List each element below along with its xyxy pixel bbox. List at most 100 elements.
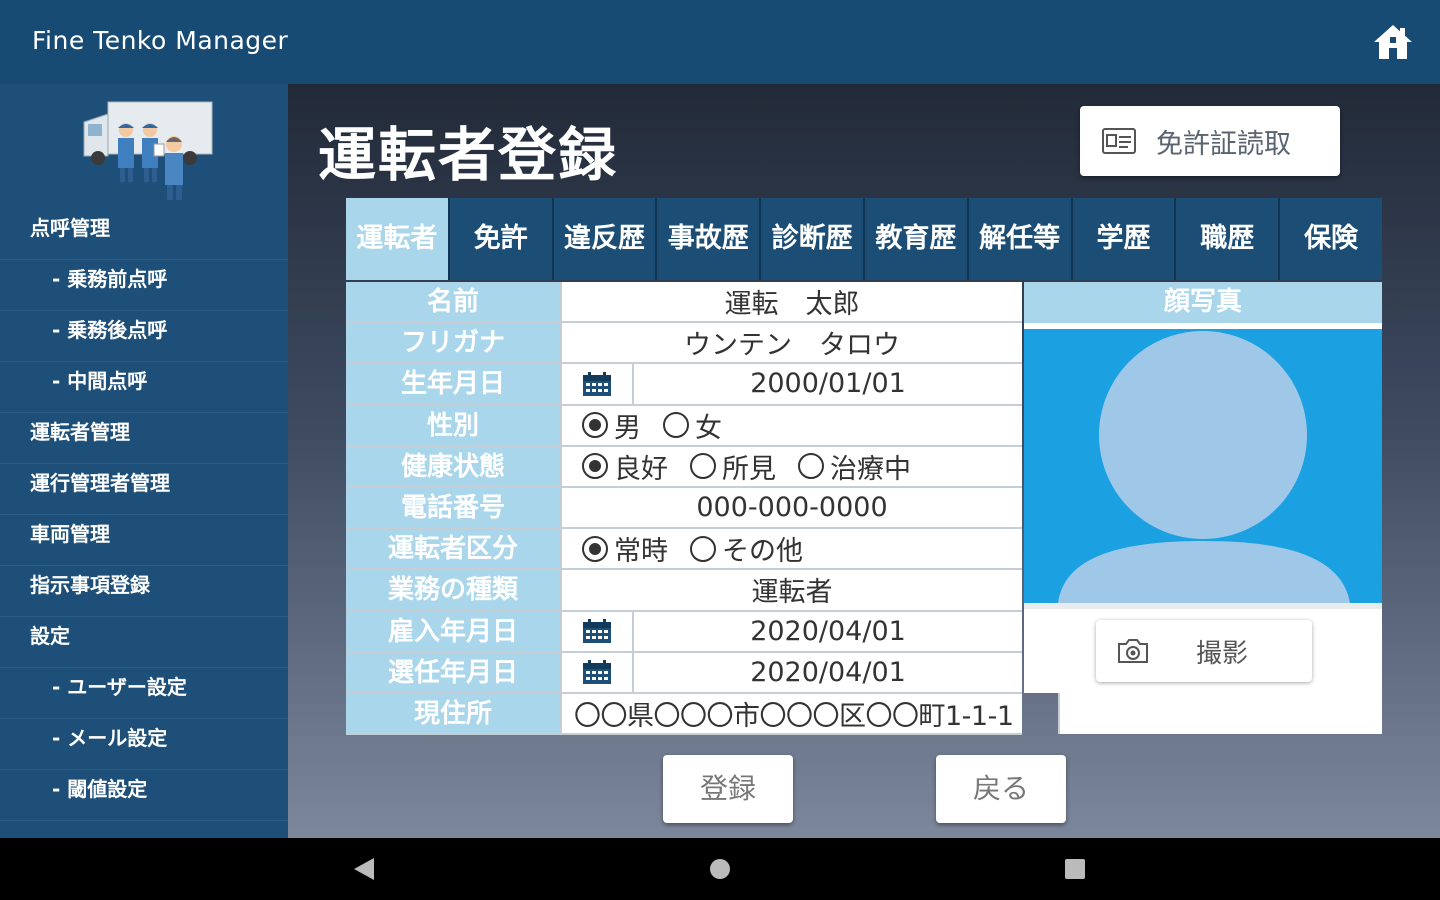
sidebar-item-instructions[interactable]: 指示事項登録 <box>0 566 288 617</box>
gender-male-radio[interactable]: 男 <box>582 406 641 445</box>
form-row-furigana: フリガナ ウンテン タロウ <box>346 323 1022 365</box>
health-radio-group: 良好 所見 治療中 <box>562 446 1022 486</box>
sidebar-nav: 点呼管理 - 乗務前点呼 - 乗務後点呼 - 中間点呼 運転者管理 運行管理者管… <box>0 209 288 821</box>
health-findings-radio[interactable]: 所見 <box>690 447 776 486</box>
tab-academic-history[interactable]: 学歴 <box>1072 198 1177 280</box>
appoint-date-label: 選任年月日 <box>346 652 562 692</box>
sidebar-item-vehicle-management[interactable]: 車両管理 <box>0 515 288 566</box>
sidebar-item-user-settings[interactable]: - ユーザー設定 <box>0 668 288 719</box>
driver-class-label: 運転者区分 <box>346 529 562 569</box>
tab-accidents[interactable]: 事故歴 <box>657 198 762 280</box>
calendar-icon <box>583 619 611 644</box>
driver-class-other-label: その他 <box>722 536 803 568</box>
gender-radio-group: 男 女 <box>562 405 1022 445</box>
hire-date-value-cell: 2020/04/01 <box>562 611 1022 651</box>
photo-header: 顔写真 <box>1024 282 1382 323</box>
sidebar: 点呼管理 - 乗務前点呼 - 乗務後点呼 - 中間点呼 運転者管理 運行管理者管… <box>0 84 288 838</box>
sidebar-item-pre-duty[interactable]: - 乗務前点呼 <box>0 260 288 311</box>
gender-female-radio[interactable]: 女 <box>663 406 722 445</box>
sidebar-item-driver-management[interactable]: 運転者管理 <box>0 413 288 464</box>
job-type-field[interactable]: 運転者 <box>562 570 1022 610</box>
driver-form: 名前 運転 太郎 フリガナ ウンテン タロウ 生年月日 2000/01/01 性… <box>346 282 1022 736</box>
name-label: 名前 <box>346 282 562 322</box>
birthdate-label: 生年月日 <box>346 364 562 404</box>
page-title: 運転者登録 <box>318 121 619 189</box>
driver-class-other-radio[interactable]: その他 <box>690 529 803 568</box>
home-icon <box>1374 25 1412 59</box>
id-card-icon <box>1102 128 1136 154</box>
app-bar: Fine Tenko Manager <box>0 0 1440 84</box>
birthdate-calendar-button[interactable] <box>562 364 634 404</box>
take-photo-label: 撮影 <box>1196 639 1249 669</box>
sidebar-item-threshold-settings[interactable]: - 閾値設定 <box>0 770 288 821</box>
form-row-hire-date: 雇入年月日 2020/04/01 <box>346 611 1022 653</box>
home-button[interactable] <box>1372 22 1414 62</box>
sidebar-item-post-duty[interactable]: - 乗務後点呼 <box>0 311 288 362</box>
health-findings-label: 所見 <box>722 453 776 485</box>
appoint-date-value-cell: 2020/04/01 <box>562 652 1022 692</box>
sidebar-item-midway[interactable]: - 中間点呼 <box>0 362 288 413</box>
read-license-button[interactable]: 免許証読取 <box>1080 106 1340 176</box>
radio-checked-icon <box>582 412 608 439</box>
main-content: 運転者登録 免許証読取 運転者 免許 違反歴 事故歴 診断歴 教育歴 解任等 学… <box>288 84 1440 838</box>
health-label: 健康状態 <box>346 446 562 486</box>
form-row-job-type: 業務の種類 運転者 <box>346 570 1022 612</box>
hire-date-field[interactable]: 2020/04/01 <box>634 616 1022 647</box>
recents-square-icon[interactable] <box>1064 856 1086 882</box>
sidebar-item-mail-settings[interactable]: - メール設定 <box>0 719 288 770</box>
tab-diagnosis[interactable]: 診断歴 <box>761 198 865 280</box>
address-field[interactable]: 〇〇県〇〇〇市〇〇〇区〇〇町1-1-1 <box>562 693 1022 734</box>
tab-education[interactable]: 教育歴 <box>864 198 969 280</box>
form-row-name: 名前 運転 太郎 <box>346 282 1022 324</box>
radio-checked-icon <box>582 535 608 562</box>
hire-date-calendar-button[interactable] <box>562 611 634 651</box>
person-placeholder-icon <box>1058 331 1350 603</box>
tab-bar: 運転者 免許 違反歴 事故歴 診断歴 教育歴 解任等 学歴 職歴 保険 <box>346 198 1382 280</box>
form-row-address: 現住所 〇〇県〇〇〇市〇〇〇区〇〇町1-1-1 <box>346 693 1022 736</box>
tab-work-history[interactable]: 職歴 <box>1176 198 1281 280</box>
take-photo-button[interactable]: 撮影 <box>1096 620 1312 682</box>
job-type-label: 業務の種類 <box>346 570 562 610</box>
system-navigation-bar <box>0 838 1440 900</box>
radio-unchecked-icon <box>663 412 689 439</box>
tab-dismissal[interactable]: 解任等 <box>968 198 1073 280</box>
health-treatment-radio[interactable]: 治療中 <box>798 447 911 486</box>
furigana-field[interactable]: ウンテン タロウ <box>562 323 1022 363</box>
form-row-gender: 性別 男 女 <box>346 405 1022 447</box>
register-button[interactable]: 登録 <box>663 755 793 823</box>
gender-male-label: 男 <box>614 412 641 444</box>
tab-insurance[interactable]: 保険 <box>1280 198 1382 280</box>
appoint-date-field[interactable]: 2020/04/01 <box>634 657 1022 688</box>
appoint-date-calendar-button[interactable] <box>562 652 634 692</box>
address-extension <box>1058 693 1382 734</box>
tab-driver[interactable]: 運転者 <box>346 198 450 280</box>
tab-violations[interactable]: 違反歴 <box>553 198 658 280</box>
birthdate-field[interactable]: 2000/01/01 <box>634 368 1022 399</box>
read-license-label: 免許証読取 <box>1156 129 1291 160</box>
sidebar-item-tenko[interactable]: 点呼管理 <box>0 209 288 260</box>
phone-field[interactable]: 000-000-0000 <box>562 487 1022 528</box>
health-good-label: 良好 <box>614 453 668 485</box>
form-row-appoint-date: 選任年月日 2020/04/01 <box>346 652 1022 694</box>
health-good-radio[interactable]: 良好 <box>582 447 668 486</box>
radio-checked-icon <box>582 453 608 480</box>
driver-class-radio-group: 常時 その他 <box>562 529 1022 569</box>
sidebar-item-settings[interactable]: 設定 <box>0 617 288 668</box>
form-row-birthdate: 生年月日 2000/01/01 <box>346 364 1022 406</box>
face-photo <box>1024 329 1382 603</box>
home-circle-icon[interactable] <box>708 856 732 882</box>
address-label: 現住所 <box>346 693 562 734</box>
health-treatment-label: 治療中 <box>830 453 911 485</box>
form-row-health: 健康状態 良好 所見 治療中 <box>346 446 1022 488</box>
back-triangle-icon[interactable] <box>352 856 376 882</box>
logo-truck-drivers-icon <box>83 101 213 200</box>
driver-class-regular-radio[interactable]: 常時 <box>582 529 668 568</box>
back-button[interactable]: 戻る <box>936 755 1066 823</box>
name-field[interactable]: 運転 太郎 <box>562 282 1022 322</box>
gender-female-label: 女 <box>695 412 722 444</box>
sidebar-item-manager-management[interactable]: 運行管理者管理 <box>0 464 288 515</box>
hire-date-label: 雇入年月日 <box>346 611 562 651</box>
phone-label: 電話番号 <box>346 487 562 528</box>
radio-unchecked-icon <box>798 453 824 480</box>
tab-license[interactable]: 免許 <box>449 198 554 280</box>
